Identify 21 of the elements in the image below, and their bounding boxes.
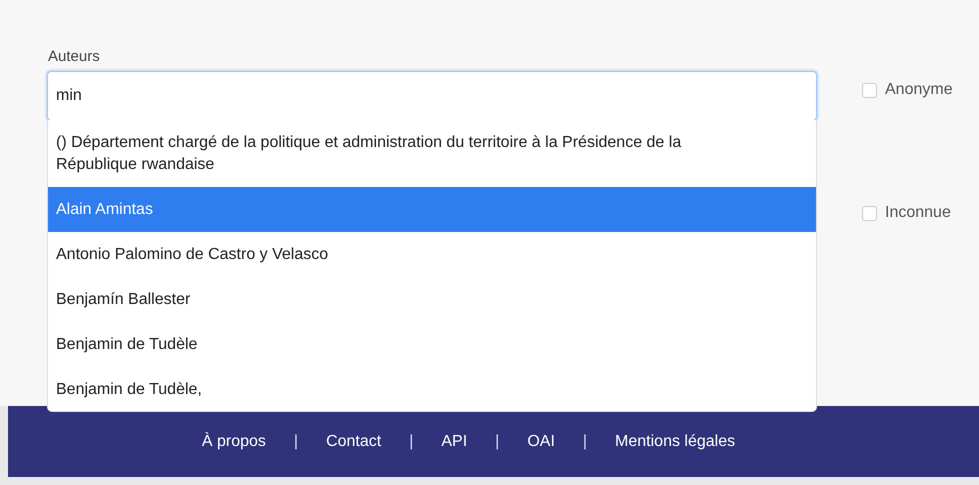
checkbox[interactable] [862,206,877,220]
menu-option[interactable]: () Département chargé de la politique et administration du territoire à la Présidence de la République rwandaise [48,120,816,187]
menu-option[interactable]: Benjamín Ballester [48,277,816,322]
field-label: Auteurs [48,48,100,65]
menu-option[interactable]: Antonio Palomino de Castro y Velasco [48,232,816,277]
checkbox-label: Anonyme [885,81,953,99]
checkbox[interactable] [862,82,877,98]
footer-link[interactable]: OAI [527,432,555,450]
separator: | [495,432,500,450]
footer-link[interactable]: Mentions légales [615,432,736,450]
separator: | [409,432,414,450]
separator: | [294,432,298,450]
footer-link[interactable]: Contact [326,432,382,450]
separator: | [582,432,588,450]
menu-option[interactable]: Alain Amintas [48,187,816,232]
checkbox-label: Inconnue [885,204,951,222]
authors-input[interactable]: min [47,71,817,121]
footer-link[interactable]: API [441,432,468,450]
menu-option[interactable]: Benjamin de Tudèle [48,322,816,367]
menu-option[interactable]: Benjamin de Tudèle, [48,367,816,411]
footer-link[interactable]: À propos [202,432,266,450]
